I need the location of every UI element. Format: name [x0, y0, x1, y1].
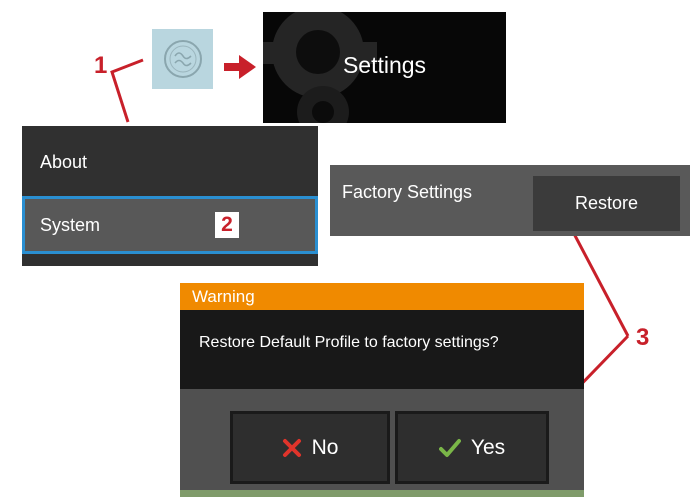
check-icon — [438, 438, 461, 457]
menu-item-system-label: System — [40, 215, 101, 235]
ge-logo-icon — [163, 40, 202, 78]
settings-label: Settings — [342, 52, 427, 78]
callout-2: 2 — [215, 212, 239, 238]
restore-button[interactable]: Restore — [533, 176, 680, 231]
menu-item-about[interactable]: About — [22, 136, 318, 194]
x-icon — [282, 438, 301, 457]
menu-item-system[interactable]: System 2 — [22, 196, 318, 254]
no-button[interactable]: No — [230, 411, 390, 484]
arrow-right-icon — [224, 55, 256, 79]
callout-1: 1 — [94, 52, 108, 79]
yes-button-label: Yes — [470, 435, 506, 459]
ge-menu-button[interactable] — [152, 29, 213, 89]
warning-dialog: Warning Restore Default Profile to facto… — [180, 283, 584, 497]
warning-dialog-body: Restore Default Profile to factory setti… — [180, 310, 584, 389]
settings-menu-panel: About System 2 — [22, 126, 318, 266]
factory-settings-row: Factory Settings Restore — [330, 165, 690, 236]
factory-settings-label: Factory Settings — [342, 182, 473, 202]
warning-message: Restore Default Profile to factory setti… — [199, 334, 499, 351]
callout-1-leader — [110, 58, 144, 123]
settings-tile[interactable]: Settings — [263, 12, 506, 123]
yes-button[interactable]: Yes — [395, 411, 549, 484]
menu-item-about-label: About — [40, 152, 88, 172]
dialog-footer-bar — [180, 490, 584, 497]
no-button-label: No — [311, 435, 339, 459]
warning-dialog-title: Warning — [180, 283, 584, 310]
callout-3: 3 — [636, 324, 650, 351]
